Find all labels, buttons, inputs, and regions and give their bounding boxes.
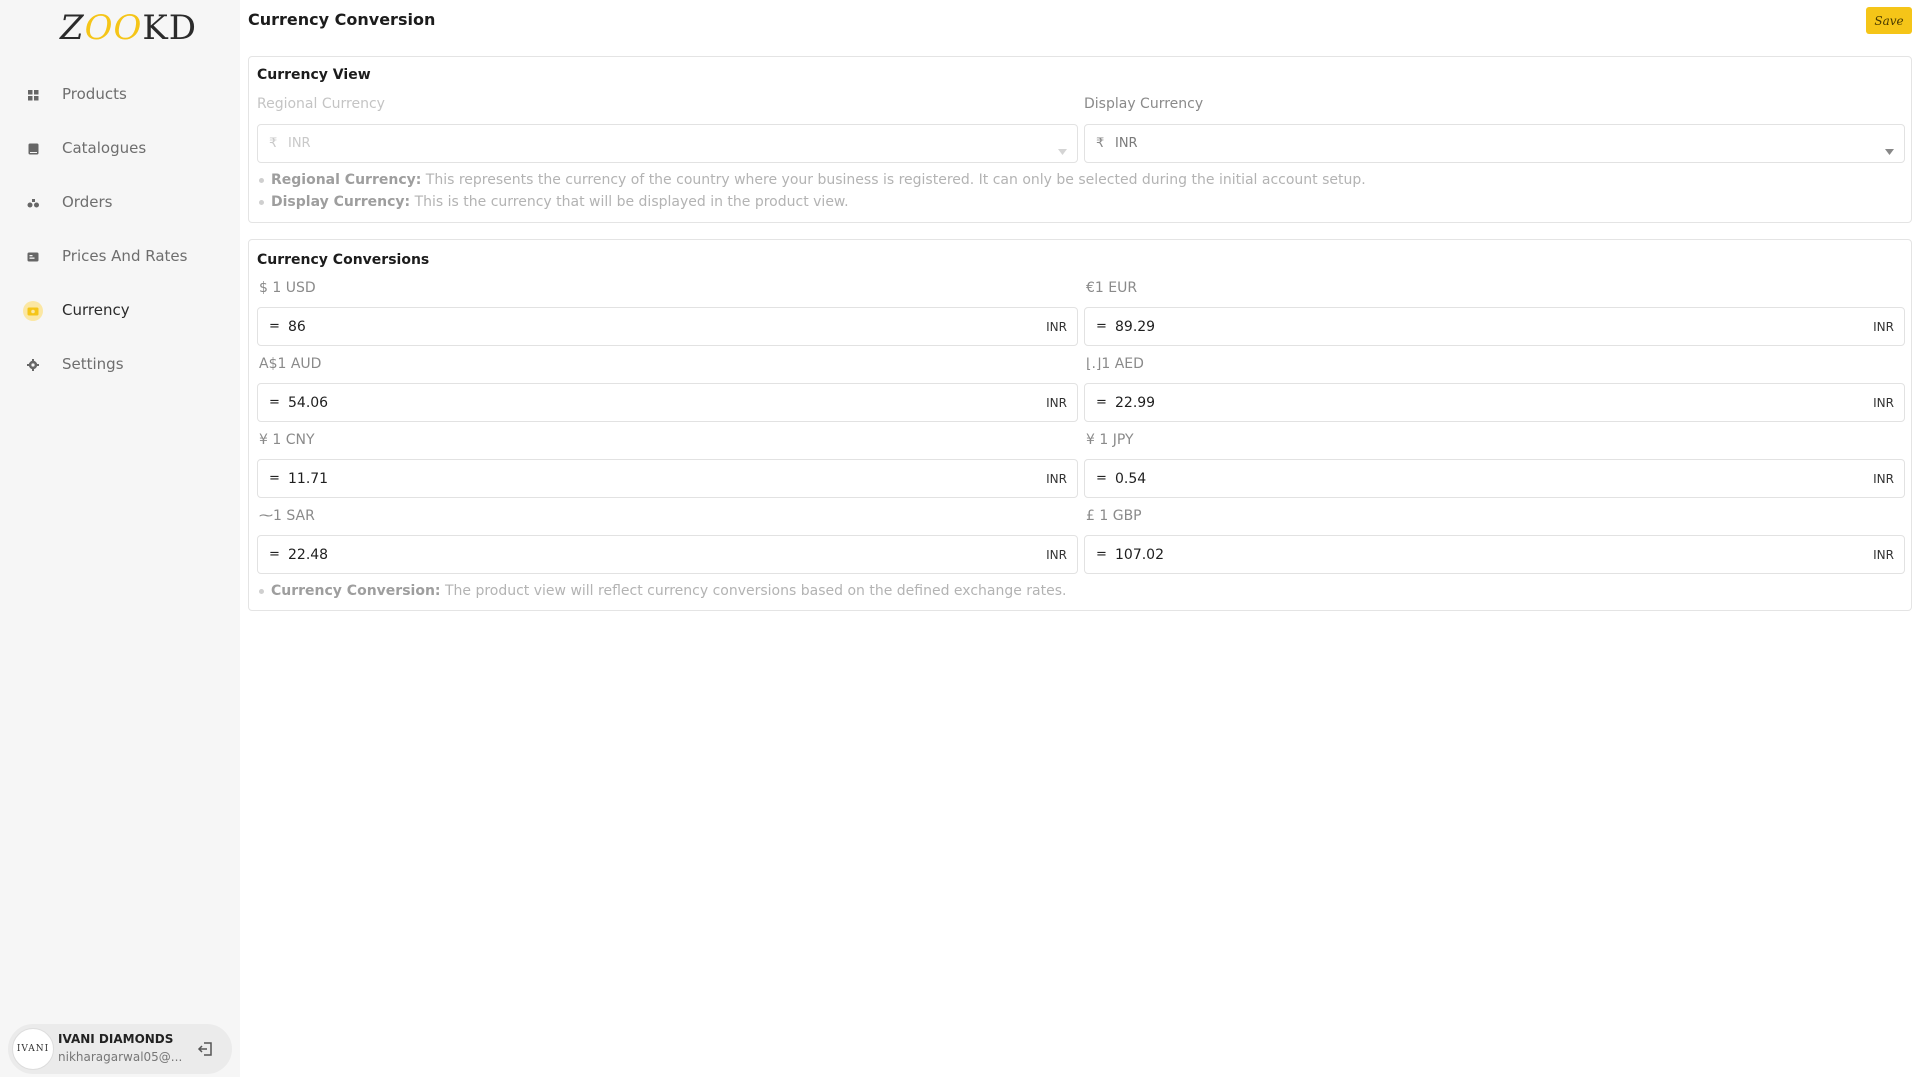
jpy-rate-value: 0.54 (1115, 471, 1147, 487)
cny-rate-input[interactable]: = 11.71 INR (257, 459, 1078, 498)
regional-currency-value: INR (288, 136, 311, 151)
display-currency-select[interactable]: ₹ INR (1084, 124, 1905, 163)
sidebar-item-label: Settings (62, 355, 124, 373)
equals-sign: = (1096, 471, 1107, 486)
user-name: IVANI DIAMONDS (58, 1032, 174, 1046)
inr-unit: INR (1873, 472, 1894, 486)
regional-currency-select: ₹ INR (257, 124, 1078, 163)
usd-rate-input[interactable]: = 86 INR (257, 307, 1078, 346)
sidebar: ZOOKD Products Catalogues Orders Prices … (0, 0, 240, 1077)
usd-rate-value: 86 (288, 319, 306, 335)
equals-sign: = (269, 547, 280, 562)
note-text: This represents the currency of the coun… (421, 172, 1366, 188)
display-currency-note: Display Currency: This is the currency t… (259, 194, 849, 210)
aed-rate-value: 22.99 (1115, 395, 1156, 411)
page-title: Currency Conversion (248, 10, 436, 29)
inr-unit: INR (1873, 320, 1894, 334)
sidebar-item-label: Prices And Rates (62, 247, 188, 265)
note-term: Regional Currency: (271, 172, 422, 188)
avatar: IVANI (12, 1028, 54, 1070)
currency-conversions-title: Currency Conversions (257, 252, 430, 268)
logout-icon[interactable] (196, 1039, 216, 1059)
save-button[interactable]: Save (1866, 7, 1912, 34)
bullet-icon (259, 177, 264, 183)
equals-sign: = (1096, 319, 1107, 334)
gear-icon (23, 355, 43, 375)
regional-currency-note: Regional Currency: This represents the c… (259, 172, 1366, 188)
display-currency-label: Display Currency (1084, 96, 1204, 112)
note-text: This is the currency that will be displa… (410, 194, 849, 210)
gbp-rate-input[interactable]: = 107.02 INR (1084, 535, 1905, 574)
chevron-down-icon (1058, 140, 1067, 159)
bullet-icon (259, 588, 264, 594)
display-currency-value: INR (1115, 136, 1138, 151)
equals-sign: = (1096, 395, 1107, 410)
inr-unit: INR (1873, 396, 1894, 410)
logo-letters-oo: OO (84, 8, 143, 48)
sidebar-item-prices-and-rates[interactable]: Prices And Rates (0, 237, 240, 277)
rupee-icon: ₹ (269, 136, 278, 151)
grid-icon (23, 85, 43, 105)
note-term: Currency Conversion: (271, 583, 441, 599)
sar-rate-value: 22.48 (288, 547, 329, 563)
sidebar-item-label: Orders (62, 193, 113, 211)
currency-view-card: Currency View Regional Currency ₹ INR Di… (248, 56, 1912, 223)
sidebar-item-currency[interactable]: Currency (0, 291, 240, 331)
sar-rate-label: ⁓1 SAR (259, 508, 315, 524)
jpy-rate-label: ¥ 1 JPY (1086, 432, 1134, 448)
cny-rate-label: ¥ 1 CNY (259, 432, 315, 448)
equals-sign: = (269, 319, 280, 334)
sar-rate-input[interactable]: = 22.48 INR (257, 535, 1078, 574)
price-tag-icon (23, 247, 43, 267)
sidebar-item-catalogues[interactable]: Catalogues (0, 129, 240, 169)
gbp-rate-value: 107.02 (1115, 547, 1164, 563)
inr-unit: INR (1873, 548, 1894, 562)
zookd-logo[interactable]: ZOOKD (60, 8, 197, 48)
aud-rate-label: A$1 AUD (259, 356, 322, 372)
book-icon (23, 139, 43, 159)
aud-rate-input[interactable]: = 54.06 INR (257, 383, 1078, 422)
sidebar-item-products[interactable]: Products (0, 75, 240, 115)
sidebar-item-settings[interactable]: Settings (0, 345, 240, 385)
jpy-rate-input[interactable]: = 0.54 INR (1084, 459, 1905, 498)
logo-letters-kd: KD (142, 8, 198, 48)
note-term: Display Currency: (271, 194, 411, 210)
equals-sign: = (269, 471, 280, 486)
currency-view-title: Currency View (257, 67, 371, 83)
inr-unit: INR (1046, 320, 1067, 334)
inr-unit: INR (1046, 396, 1067, 410)
sidebar-item-label: Catalogues (62, 139, 147, 157)
currency-icon (23, 301, 43, 321)
chevron-down-icon (1885, 140, 1894, 159)
aed-rate-input[interactable]: = 22.99 INR (1084, 383, 1905, 422)
aud-rate-value: 54.06 (288, 395, 329, 411)
inr-unit: INR (1046, 472, 1067, 486)
logo-letter-z: Z (60, 8, 85, 48)
note-text: The product view will reflect currency c… (440, 583, 1067, 599)
rupee-icon: ₹ (1096, 136, 1105, 151)
equals-sign: = (269, 395, 280, 410)
eur-rate-label: €1 EUR (1086, 280, 1138, 296)
user-email: nikharagarwal05@... (58, 1050, 183, 1064)
bullet-icon (259, 199, 264, 205)
user-profile-card[interactable]: IVANI IVANI DIAMONDS nikharagarwal05@... (8, 1024, 232, 1074)
eur-rate-input[interactable]: = 89.29 INR (1084, 307, 1905, 346)
currency-conversion-note: Currency Conversion: The product view wi… (259, 583, 1066, 599)
aed-rate-label: ⌊.⌋1 AED (1086, 356, 1144, 372)
gbp-rate-label: £ 1 GBP (1086, 508, 1142, 524)
eur-rate-value: 89.29 (1115, 319, 1156, 335)
sidebar-item-orders[interactable]: Orders (0, 183, 240, 223)
cny-rate-value: 11.71 (288, 471, 329, 487)
inr-unit: INR (1046, 548, 1067, 562)
sidebar-item-label: Products (62, 85, 127, 103)
currency-conversions-card: Currency Conversions $ 1 USD = 86 INR €1… (248, 239, 1912, 611)
usd-rate-label: $ 1 USD (259, 280, 316, 296)
regional-currency-label: Regional Currency (257, 96, 385, 112)
orders-icon (23, 193, 43, 213)
sidebar-item-label: Currency (62, 301, 130, 319)
equals-sign: = (1096, 547, 1107, 562)
